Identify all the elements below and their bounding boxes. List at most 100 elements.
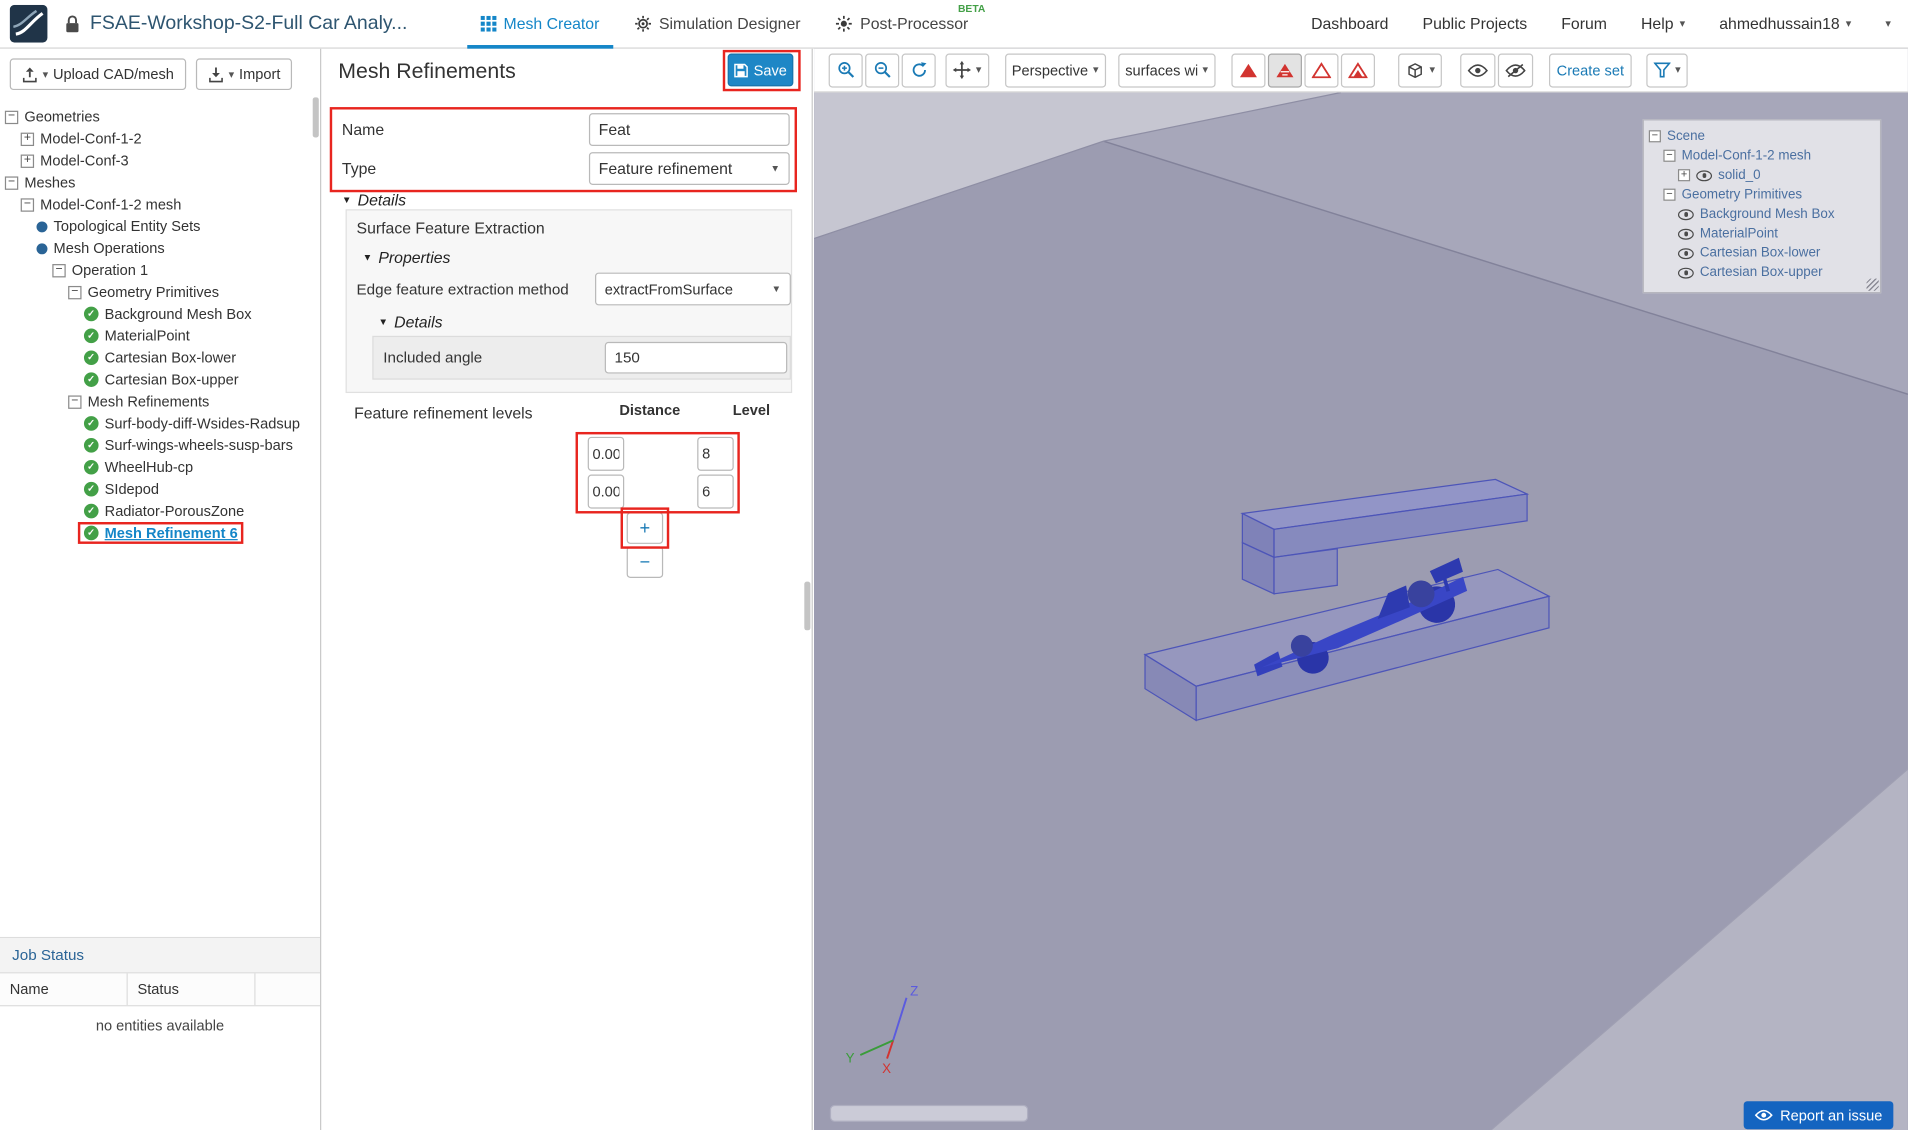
visibility-eye-icon[interactable] [1696,170,1712,181]
zoom-in-button[interactable] [829,53,863,87]
sidebar-scrollbar[interactable] [313,97,319,137]
project-tree-item-background-mesh-box[interactable]: ✓Background Mesh Box [0,303,320,325]
expand-icon[interactable]: + [21,154,34,167]
nav-user-menu[interactable]: ahmedhussain18▾ [1719,15,1851,33]
visibility-eye-icon[interactable] [1678,267,1694,278]
collapse-icon[interactable]: − [1649,130,1661,142]
scene-tree-item-materialpoint[interactable]: MaterialPoint [1644,224,1880,243]
project-tree-item-label: Surf-body-diff-Wsides-Radsup [105,415,300,432]
nav-more-menu[interactable]: ▾ [1885,17,1891,30]
tab-mesh-creator[interactable]: Mesh Creator [463,0,616,48]
visibility-eye-icon[interactable] [1678,209,1694,220]
scene-tree-item-cartesian-box-upper[interactable]: Cartesian Box-upper [1644,263,1880,282]
panel-scrollbar[interactable] [804,582,810,631]
project-tree-item-wheelhub-cp[interactable]: ✓WheelHub-cp [0,456,320,478]
filter-dropdown[interactable]: ▾ [1646,53,1688,87]
distance-input-1[interactable] [588,437,625,471]
viewport-3d[interactable]: ▾ Perspective ▾ surfaces with v ▾ [814,49,1908,1130]
clip-cube-dropdown[interactable]: ▾ [1398,53,1442,87]
add-level-button[interactable]: + [627,512,664,544]
save-button[interactable]: Save [728,54,794,87]
project-tree-item-materialpoint[interactable]: ✓MaterialPoint [0,325,320,347]
nav-dashboard[interactable]: Dashboard [1311,15,1388,33]
project-tree-item-surf-body-diff-wsides-radsup[interactable]: ✓Surf-body-diff-Wsides-Radsup [0,412,320,434]
inner-details-toggle[interactable]: ▼ Details [378,313,790,331]
visibility-eye-icon[interactable] [1678,228,1694,239]
collapse-icon[interactable]: − [68,395,81,408]
scene-tree-item-scene[interactable]: −Scene [1644,127,1880,146]
project-tree-item-model-conf-1-2[interactable]: +Model-Conf-1-2 [0,128,320,150]
scene-tree-item-geometry-primitives[interactable]: −Geometry Primitives [1644,185,1880,204]
project-tree-item-mesh-operations[interactable]: Mesh Operations [0,237,320,259]
create-set-button[interactable]: Create set [1549,53,1631,87]
collapse-icon[interactable]: − [1663,189,1675,201]
hide-selection-button[interactable] [1498,53,1533,87]
project-tree-item-geometries[interactable]: −Geometries [0,106,320,128]
project-tree-item-mesh-refinements[interactable]: −Mesh Refinements [0,391,320,413]
project-tree-item-operation-1[interactable]: −Operation 1 [0,259,320,281]
distance-input-2[interactable] [588,475,625,509]
report-issue-button[interactable]: Report an issue [1744,1101,1894,1129]
name-input[interactable] [589,113,790,146]
project-tree-item-cartesian-box-lower[interactable]: ✓Cartesian Box-lower [0,347,320,369]
included-angle-row: Included angle [372,336,791,380]
mesh-quality-toggle-3[interactable] [1304,53,1338,87]
show-selection-button[interactable] [1461,53,1496,87]
tab-post-processor[interactable]: Post-Processor BETA [818,0,986,48]
scene-tree-item-background-mesh-box[interactable]: Background Mesh Box [1644,204,1880,223]
collapse-icon[interactable]: − [68,285,81,298]
viewport-horizontal-scrollbar[interactable] [830,1105,1028,1122]
collapse-icon[interactable]: − [5,110,18,123]
entity-set-icon [37,243,48,254]
expand-icon[interactable]: + [1678,169,1690,181]
chevron-down-icon: ▼ [770,163,780,174]
zoom-out-icon [873,61,891,79]
project-tree-item-model-conf-3[interactable]: +Model-Conf-3 [0,150,320,172]
mesh-quality-toggle-4[interactable] [1341,53,1375,87]
visibility-eye-icon[interactable] [1678,248,1694,259]
project-tree-item-model-conf-1-2-mesh[interactable]: −Model-Conf-1-2 mesh [0,193,320,215]
project-title[interactable]: FSAE-Workshop-S2-Full Car Analy... [90,13,407,35]
scene-tree-item-label: Geometry Primitives [1682,187,1803,202]
project-tree-item-meshes[interactable]: −Meshes [0,172,320,194]
project-tree-item-surf-wings-wheels-susp-bars[interactable]: ✓Surf-wings-wheels-susp-bars [0,434,320,456]
level-input-2[interactable] [697,475,734,509]
edge-method-select[interactable]: extractFromSurface ▼ [595,273,791,306]
properties-toggle[interactable]: ▼ Properties [363,248,791,266]
project-tree-item-sidepod[interactable]: ✓SIdepod [0,478,320,500]
projection-select[interactable]: Perspective ▾ [1005,53,1106,87]
render-mode-select[interactable]: surfaces with v ▾ [1118,53,1215,87]
collapse-icon[interactable]: − [21,198,34,211]
details-toggle[interactable]: ▼ Details [342,191,406,209]
type-select[interactable]: Feature refinement ▼ [589,152,790,185]
level-input-1[interactable] [697,437,734,471]
collapse-icon[interactable]: − [1663,150,1675,162]
scene-tree-panel[interactable]: −Scene−Model-Conf-1-2 mesh+solid_0−Geome… [1643,119,1881,293]
import-button[interactable]: ▾ Import [196,58,293,90]
nav-public-projects[interactable]: Public Projects [1423,15,1528,33]
mesh-quality-toggle-1[interactable] [1231,53,1265,87]
nav-forum[interactable]: Forum [1561,15,1607,33]
save-button-label: Save [754,61,787,78]
scene-tree-item-solid-0[interactable]: +solid_0 [1644,165,1880,184]
tab-simulation-designer[interactable]: Simulation Designer [616,0,817,48]
collapse-icon[interactable]: − [5,176,18,189]
remove-level-button[interactable]: − [627,546,664,578]
collapse-icon[interactable]: − [52,263,65,276]
project-tree-item-mesh-refinement-6[interactable]: ✓Mesh Refinement 6 [0,522,320,544]
expand-icon[interactable]: + [21,132,34,145]
app-logo-icon[interactable] [10,5,48,43]
project-tree-item-topological-entity-sets[interactable]: Topological Entity Sets [0,215,320,237]
upload-cad-button[interactable]: ▾ Upload CAD/mesh [10,58,186,90]
scene-tree-item-model-conf-1-2-mesh[interactable]: −Model-Conf-1-2 mesh [1644,146,1880,165]
zoom-out-button[interactable] [865,53,899,87]
included-angle-input[interactable] [605,342,788,374]
project-tree-item-radiator-porouszone[interactable]: ✓Radiator-PorousZone [0,500,320,522]
pan-tool-dropdown[interactable]: ▾ [945,53,988,87]
project-tree-item-geometry-primitives[interactable]: −Geometry Primitives [0,281,320,303]
scene-tree-item-cartesian-box-lower[interactable]: Cartesian Box-lower [1644,243,1880,262]
project-tree-item-cartesian-box-upper[interactable]: ✓Cartesian Box-upper [0,369,320,391]
nav-help-menu[interactable]: Help▾ [1641,15,1685,33]
mesh-quality-toggle-2[interactable] [1268,53,1302,87]
refresh-view-button[interactable] [902,53,936,87]
